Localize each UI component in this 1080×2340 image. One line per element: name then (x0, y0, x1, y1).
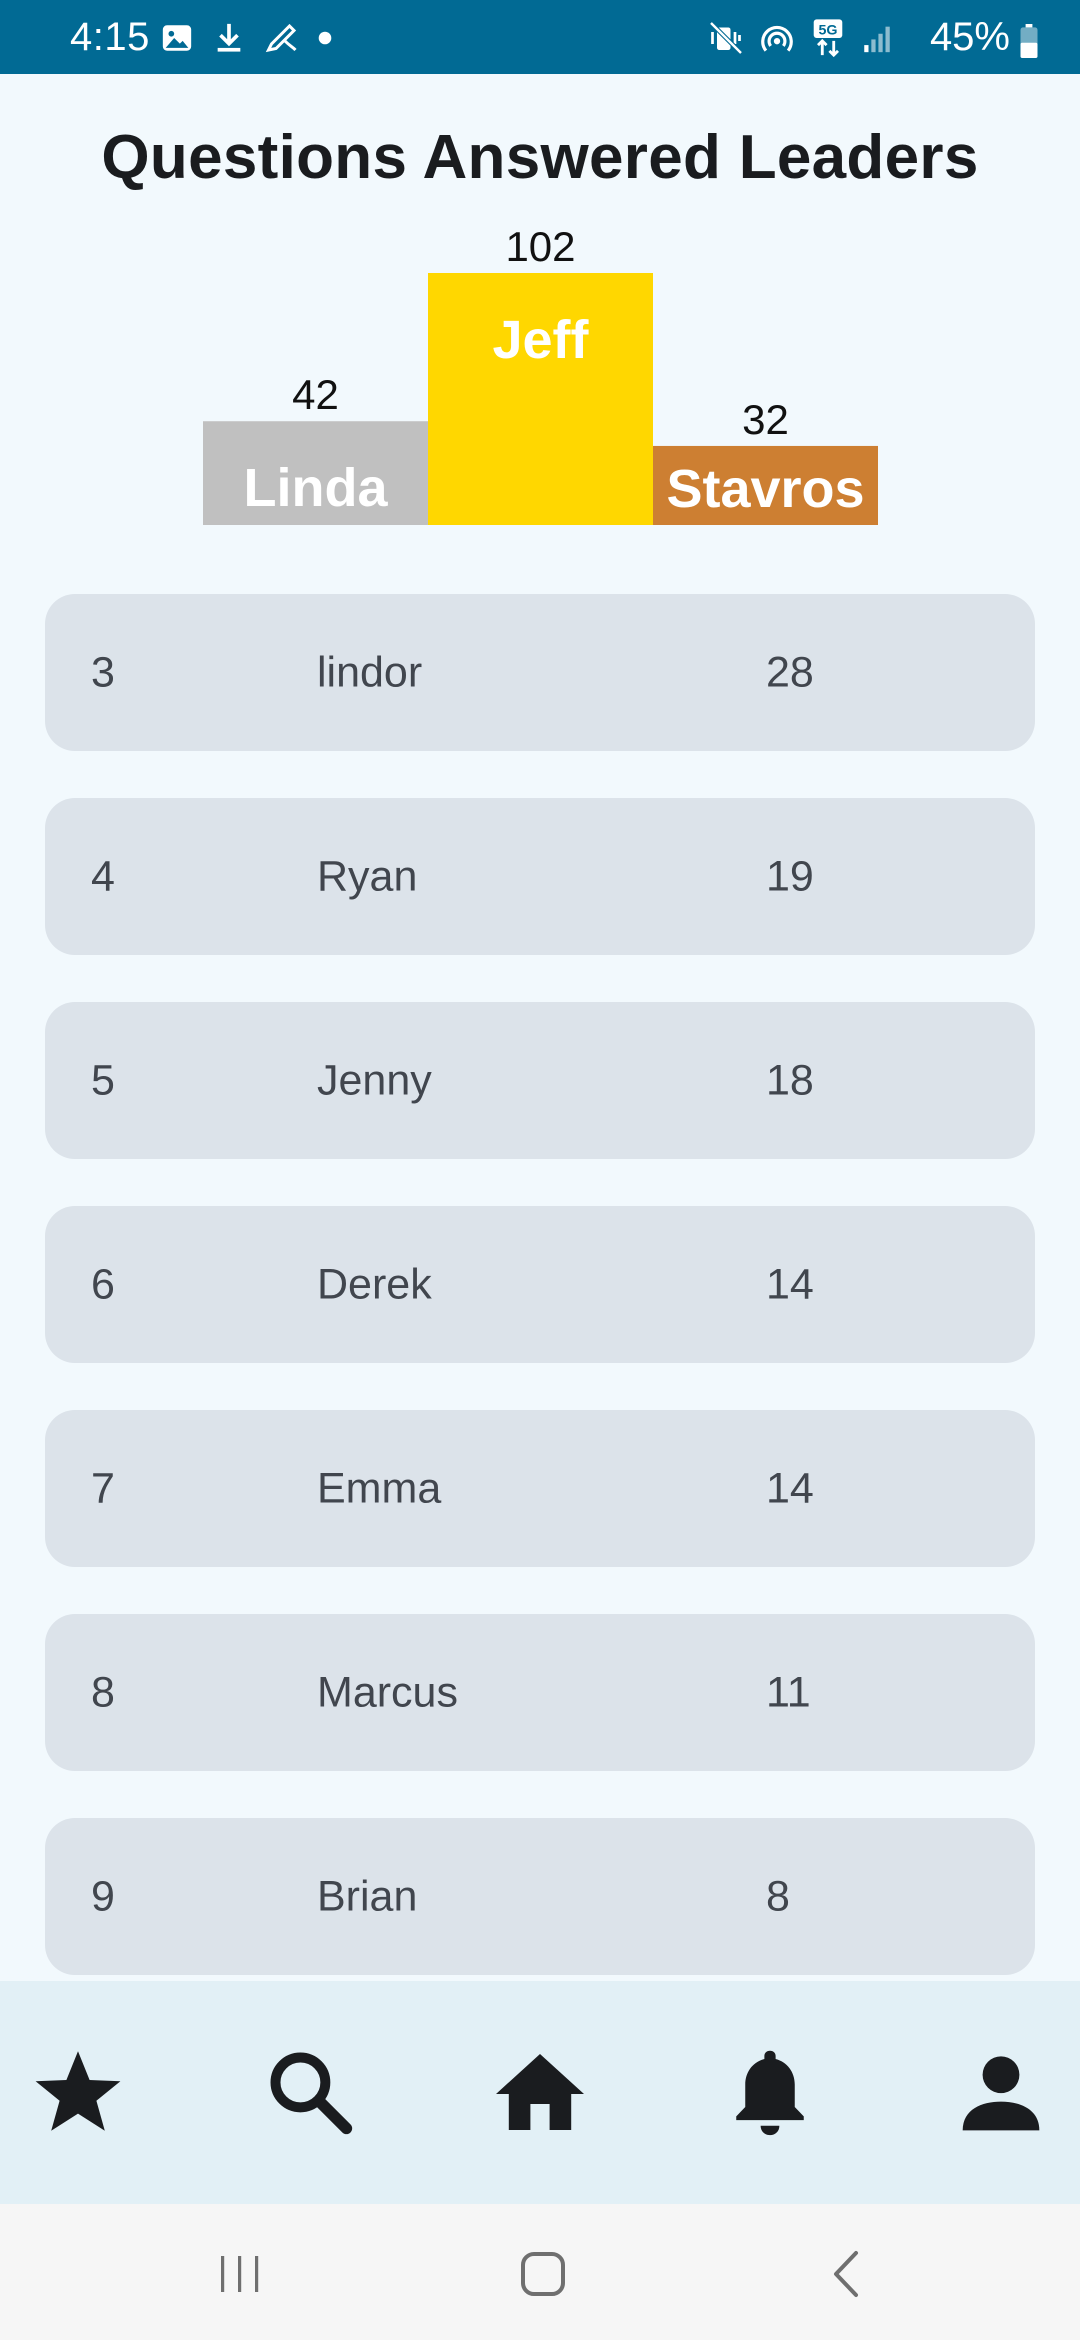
podium-value-linda: 42 (292, 371, 339, 418)
leaderboard-list: 3 lindor 28 4 Ryan 19 5 Jenny 18 6 Derek 14 7 Emma 14 8… (45, 594, 1035, 2022)
leaderboard-score: 14 (766, 1464, 814, 1512)
system-home-button[interactable] (503, 2244, 583, 2304)
leaderboard-name: Marcus (317, 1668, 458, 1716)
leaderboard-row[interactable]: 3 lindor 28 (45, 594, 1035, 751)
leaderboard-name: lindor (317, 648, 423, 696)
leaderboard-rank: 4 (91, 852, 115, 900)
bottom-navigation (0, 1981, 1080, 2204)
leaderboard-score: 19 (766, 852, 814, 900)
leaderboard-score: 14 (766, 1260, 814, 1308)
leaderboard-rank: 6 (91, 1260, 115, 1308)
nav-search-button[interactable] (255, 2037, 365, 2147)
nav-home-button[interactable] (485, 2037, 595, 2147)
nav-notifications-button[interactable] (715, 2037, 825, 2147)
leaderboard-rank: 5 (91, 1056, 115, 1104)
system-navigation-bar (0, 2204, 1080, 2340)
leaderboard-rank: 8 (91, 1668, 115, 1716)
leaderboard-row[interactable]: 7 Emma 14 (45, 1410, 1035, 1567)
recents-icon (221, 2256, 259, 2292)
nav-favorites-button[interactable] (23, 2037, 133, 2147)
leaderboard-row[interactable]: 6 Derek 14 (45, 1206, 1035, 1363)
podium-value-stavros: 32 (742, 396, 789, 443)
home-icon (496, 2054, 584, 2130)
podium-label-jeff: Jeff (492, 310, 589, 370)
leaderboard-score: 18 (766, 1056, 814, 1104)
leaderboard-row[interactable]: 9 Brian 8 (45, 1818, 1035, 1975)
leaderboard-name: Brian (317, 1872, 418, 1920)
back-icon (834, 2251, 858, 2297)
bell-icon (736, 2050, 804, 2136)
podium-label-stavros: Stavros (666, 459, 864, 519)
leaderboard-rank: 9 (91, 1872, 115, 1920)
home-outline-icon (521, 2252, 565, 2296)
podium-chart: 42 Linda 102 Jeff 32 Stavros (203, 223, 878, 525)
recents-button[interactable] (200, 2244, 280, 2304)
profile-icon (962, 2056, 1040, 2131)
leaderboard-row[interactable]: 5 Jenny 18 (45, 1002, 1035, 1159)
leaderboard-name: Ryan (317, 852, 418, 900)
leaderboard-score: 11 (766, 1668, 811, 1716)
leaderboard-score: 28 (766, 648, 814, 696)
leaderboard-name: Emma (317, 1464, 442, 1512)
leaderboard-row[interactable]: 4 Ryan 19 (45, 798, 1035, 955)
leaderboard-score: 8 (766, 1872, 790, 1920)
podium-value-jeff: 102 (505, 223, 575, 270)
star-icon (35, 2051, 121, 2131)
leaderboard-rank: 3 (91, 648, 115, 696)
leaderboard-name: Jenny (317, 1056, 432, 1104)
nav-profile-button[interactable] (946, 2037, 1056, 2147)
podium-label-linda: Linda (244, 458, 389, 518)
search-icon (270, 2052, 353, 2135)
leaderboard-name: Derek (317, 1260, 432, 1308)
leaderboard-row[interactable]: 8 Marcus 11 (45, 1614, 1035, 1771)
system-back-button[interactable] (806, 2244, 886, 2304)
leaderboard-rank: 7 (91, 1464, 115, 1512)
